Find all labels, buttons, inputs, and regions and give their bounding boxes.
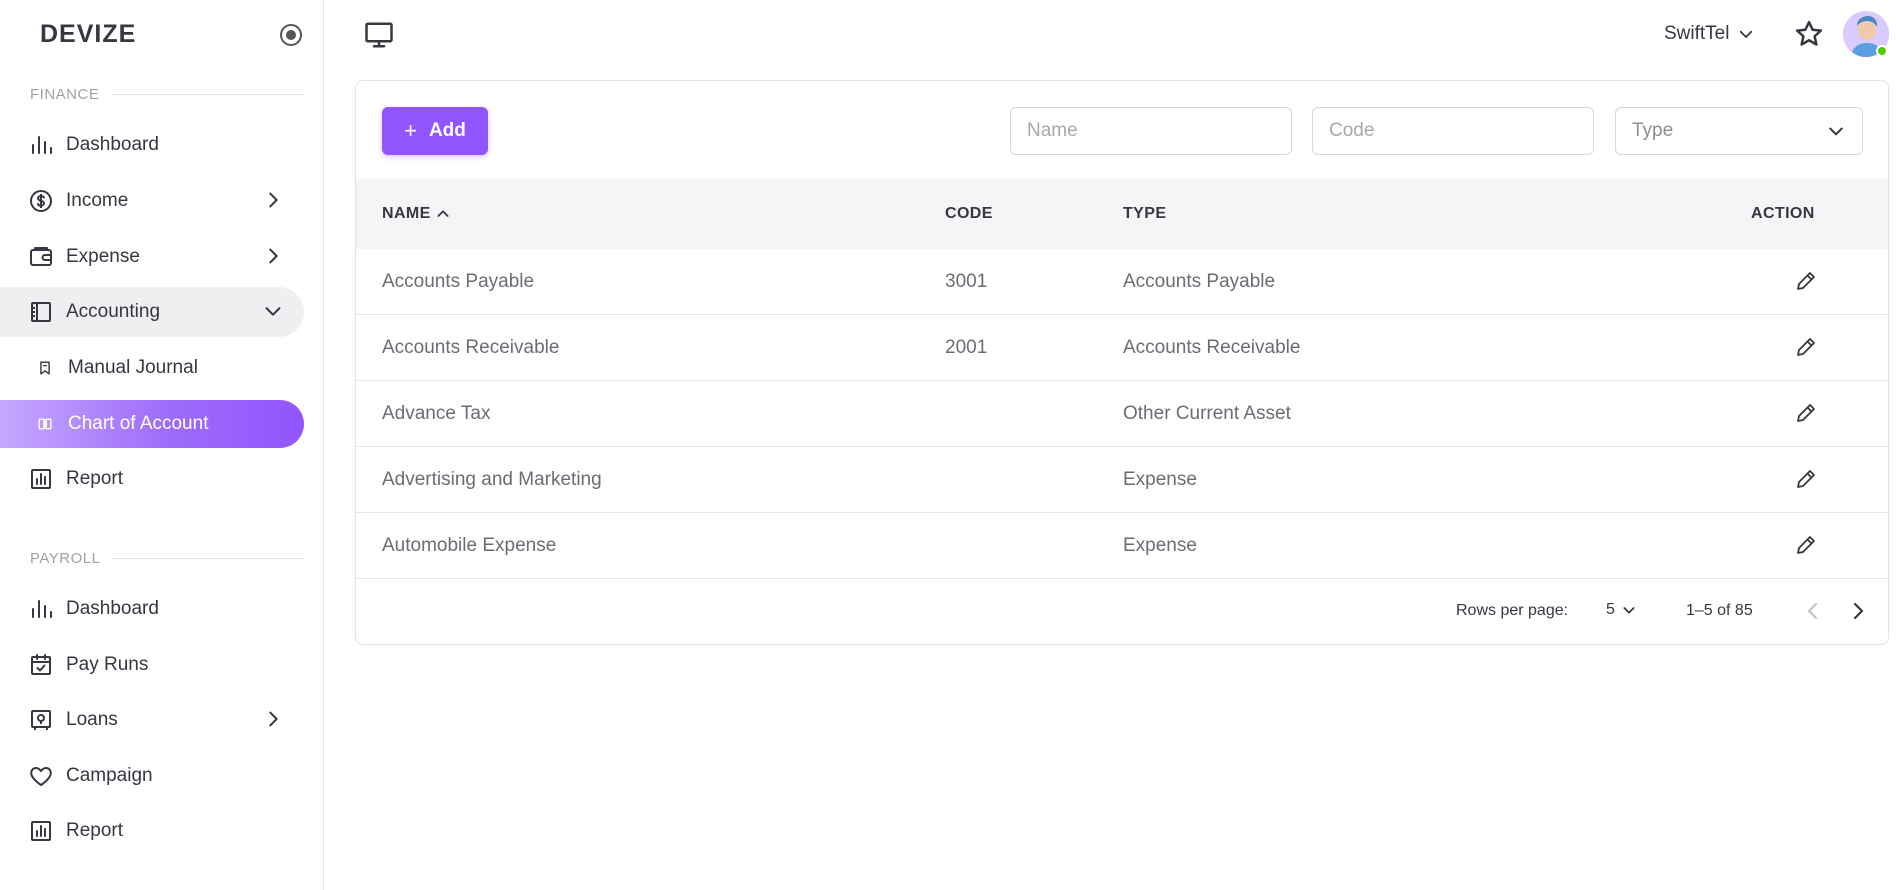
sidebar: DEVIZE FINANCE Dashboard Income Expense — [0, 0, 324, 890]
table-row: Automobile Expense Expense — [356, 513, 1888, 579]
chevron-right-icon[interactable] — [1846, 599, 1870, 623]
book-open-icon — [36, 415, 54, 433]
monitor-icon[interactable] — [364, 20, 394, 50]
chart-of-account-card: + Add Type NAME CODE TYPE ACTION Account… — [355, 80, 1889, 645]
bookmark-icon — [36, 359, 54, 377]
sidebar-item-income[interactable]: Income — [0, 176, 304, 226]
heart-icon — [28, 763, 54, 789]
rows-per-page-select[interactable]: 5 — [1606, 601, 1637, 619]
chevron-right-icon — [269, 248, 278, 264]
sort-ascending-icon — [437, 210, 449, 217]
star-icon[interactable] — [1794, 19, 1824, 49]
cell-code: 2001 — [945, 337, 988, 358]
sidebar-item-label: Report — [66, 820, 124, 841]
sidebar-item-label: Dashboard — [66, 598, 159, 619]
chevron-down-icon — [1829, 127, 1843, 136]
type-filter-select[interactable]: Type — [1615, 107, 1863, 155]
table-row: Accounts Payable 3001 Accounts Payable — [356, 249, 1888, 315]
cell-name: Automobile Expense — [382, 535, 557, 556]
cell-type: Other Current Asset — [1123, 403, 1291, 424]
sidebar-item-label: Report — [66, 468, 124, 489]
cell-type: Expense — [1123, 469, 1197, 490]
sidebar-item-label: Campaign — [66, 765, 153, 786]
section-label-payroll: PAYROLL — [30, 549, 304, 567]
edit-pencil-icon[interactable] — [1794, 269, 1820, 295]
calendar-check-icon — [28, 652, 54, 678]
cell-name: Advertising and Marketing — [382, 469, 602, 490]
sidebar-item-label: Loans — [66, 709, 118, 730]
table-row: Advance Tax Other Current Asset — [356, 381, 1888, 447]
rows-per-page-label: Rows per page: — [1456, 602, 1569, 619]
chevron-left-icon[interactable] — [1801, 599, 1825, 623]
sidebar-item-expense[interactable]: Expense — [0, 232, 304, 282]
cell-type: Expense — [1123, 535, 1197, 556]
bar-chart-icon — [28, 132, 54, 158]
pagination: Rows per page: 5 1–5 of 85 — [356, 579, 1888, 644]
app-root: DEVIZE FINANCE Dashboard Income Expense — [0, 0, 1896, 890]
pagination-range: 1–5 of 85 — [1686, 602, 1753, 619]
brand-logo: DEVIZE — [40, 20, 137, 48]
edit-pencil-icon[interactable] — [1794, 467, 1820, 493]
chevron-down-icon — [1740, 30, 1753, 38]
report-chart-icon — [28, 466, 54, 492]
chevron-right-icon — [269, 192, 278, 208]
chevron-right-icon — [269, 711, 278, 727]
wallet-icon — [28, 244, 54, 270]
sidebar-item-payroll-dashboard[interactable]: Dashboard — [0, 584, 304, 634]
report-chart-icon — [28, 818, 54, 844]
sidebar-collapse-icon[interactable] — [280, 24, 302, 46]
section-label-finance: FINANCE — [30, 85, 304, 103]
column-header-action: ACTION — [1751, 205, 1815, 222]
edit-pencil-icon[interactable] — [1794, 401, 1820, 427]
sidebar-item-loans[interactable]: Loans — [0, 695, 304, 745]
sidebar-item-manual-journal[interactable]: Manual Journal — [0, 343, 304, 393]
add-button-label: Add — [428, 120, 466, 141]
cell-type: Accounts Receivable — [1123, 337, 1301, 358]
sidebar-item-label: Pay Runs — [66, 654, 149, 675]
cell-name: Accounts Receivable — [382, 337, 560, 358]
plus-icon: + — [404, 118, 417, 143]
column-header-name[interactable]: NAME — [382, 179, 451, 249]
code-filter-input[interactable] — [1312, 107, 1594, 155]
column-header-code: CODE — [945, 205, 993, 222]
sidebar-item-label: Manual Journal — [68, 357, 198, 378]
cell-code: 3001 — [945, 271, 988, 292]
sidebar-item-pay-runs[interactable]: Pay Runs — [0, 640, 304, 690]
sidebar-item-label: Expense — [66, 246, 140, 267]
table-row: Advertising and Marketing Expense — [356, 447, 1888, 513]
rows-per-page-value: 5 — [1606, 601, 1615, 618]
cell-name: Accounts Payable — [382, 271, 535, 292]
sidebar-item-label: Income — [66, 190, 129, 211]
sidebar-item-accounting[interactable]: Accounting — [0, 287, 304, 337]
sidebar-item-finance-dashboard[interactable]: Dashboard — [0, 120, 304, 170]
sidebar-item-payroll-report[interactable]: Report — [0, 806, 304, 856]
ledger-icon — [28, 299, 54, 325]
sidebar-item-label: Accounting — [66, 301, 161, 322]
sidebar-item-campaign[interactable]: Campaign — [0, 751, 304, 801]
safe-icon — [28, 707, 54, 733]
table-header: NAME CODE TYPE ACTION — [356, 179, 1888, 249]
dollar-circle-icon — [28, 188, 54, 214]
cell-type: Accounts Payable — [1123, 271, 1276, 292]
name-filter-input[interactable] — [1010, 107, 1292, 155]
table-row: Accounts Receivable 2001 Accounts Receiv… — [356, 315, 1888, 381]
edit-pencil-icon[interactable] — [1794, 533, 1820, 559]
sidebar-item-finance-report[interactable]: Report — [0, 454, 304, 504]
bar-chart-icon — [28, 596, 54, 622]
chevron-down-icon — [1623, 607, 1635, 614]
add-button[interactable]: + Add — [382, 107, 488, 155]
company-switcher[interactable]: SwiftTel — [1664, 22, 1755, 46]
online-status-indicator — [1876, 45, 1888, 57]
company-name: SwiftTel — [1664, 23, 1730, 44]
chevron-down-icon — [265, 307, 281, 316]
type-filter-placeholder: Type — [1632, 120, 1674, 141]
edit-pencil-icon[interactable] — [1794, 335, 1820, 361]
sidebar-item-label: Dashboard — [66, 134, 159, 155]
sidebar-item-label: Chart of Account — [68, 413, 209, 434]
cell-name: Advance Tax — [382, 403, 491, 424]
sidebar-item-chart-of-account[interactable]: Chart of Account — [0, 400, 304, 448]
column-header-type: TYPE — [1123, 205, 1167, 222]
